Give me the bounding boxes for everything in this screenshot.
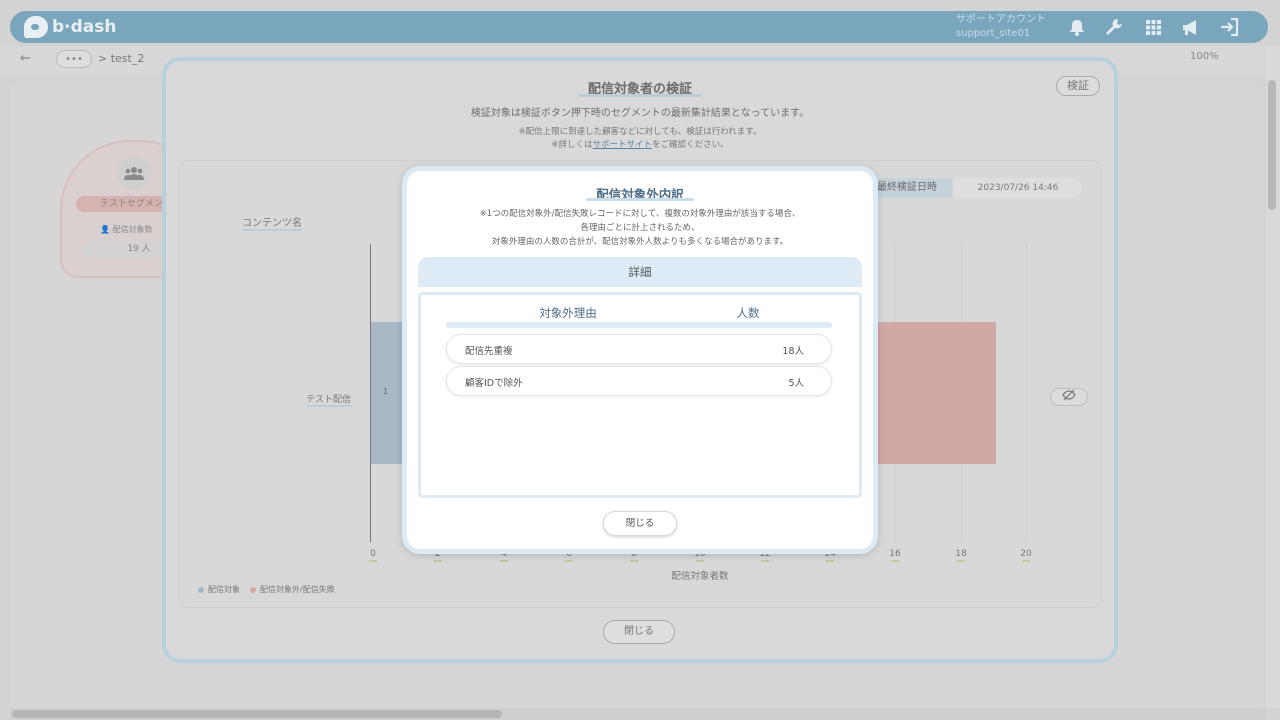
column-header-count: 人数 [736,306,760,320]
column-header-reason: 対象外理由 [539,306,597,320]
verify-note-2-suffix: をご確認ください。 [652,140,729,150]
verify-note-2-prefix: ※詳しくは [551,140,593,150]
x-tick-underline [761,560,769,562]
segment-node-sub-label: 👤 配信対象数 [100,224,153,235]
x-tick-label: 0 [370,549,376,559]
category-label-underline [306,405,352,407]
x-tick-label: 20 [1020,549,1032,559]
person-icon: 👤 [100,225,113,234]
column-header-bar [446,322,832,328]
support-site-link[interactable]: サポートサイト [593,140,653,150]
x-tick-underline [434,560,442,562]
x-tick-underline [369,560,377,562]
legend-label-excluded: 配信対象外/配信失敗 [260,585,335,594]
gridline [1026,244,1027,542]
detail-close-button[interactable]: 閉じる [603,511,677,536]
x-tick-underline [565,560,573,562]
x-tick-underline [826,560,834,562]
account-name: サポートアカウント [956,14,1046,25]
verify-title-underline [578,94,702,97]
vertical-scroll-thumb[interactable] [1268,80,1276,210]
verify-note-1: ※配信上限に到達した顧客などに対しても、検証は行われます。 [518,127,762,137]
logo-text: b∙dash [52,17,117,37]
detail-title-underline [586,198,694,201]
bar-data-label: 1 [383,387,389,396]
bell-icon[interactable] [1064,14,1090,40]
logo-icon [24,16,48,38]
grid-icon[interactable] [1140,14,1166,40]
legend-label-target: 配信対象 [208,585,240,594]
logout-icon[interactable] [1217,14,1243,40]
legend-dot-excluded [250,586,256,593]
group-icon [117,156,151,190]
eye-off-icon[interactable] [1050,388,1088,406]
logo[interactable]: b∙dash [24,14,117,40]
chart-legend: 配信対象 配信対象外/配信失敗 [198,584,335,595]
detail-note-line-3: 対象外理由の人数の合計が、配信対象外人数よりも多くなる場合があります。 [491,237,789,247]
x-tick-underline [500,560,508,562]
row-count: 5人 [788,378,804,389]
verify-close-button[interactable]: 閉じる [603,620,675,644]
x-tick-underline [957,560,965,562]
wrench-icon[interactable] [1101,14,1127,40]
row-reason: 顧客IDで除外 [465,378,523,389]
detail-section-header: 詳細 [418,257,862,287]
zoom-select[interactable]: 100% [1190,51,1270,62]
chart-category-label: テスト配信 [306,395,352,405]
chart-x-axis-title: 配信対象者数 [671,571,729,582]
x-tick-underline [1022,560,1030,562]
horizontal-scroll-thumb[interactable] [12,710,502,718]
legend-dot-target [198,586,204,593]
megaphone-icon[interactable] [1178,14,1204,40]
row-count: 18人 [782,346,804,357]
x-tick-label: 16 [889,549,901,559]
y-axis-title-underline [242,229,302,231]
back-arrow-icon[interactable]: ← [20,51,42,69]
last-verified-value: 2023/07/26 14:46 [954,178,1082,198]
x-tick-underline [696,560,704,562]
detail-note-line-2: 各理由ごとに計上されるため、 [580,223,700,233]
x-tick-underline [630,560,638,562]
account-id: support_site01 [956,28,1031,39]
breadcrumb-more-button[interactable]: ••• [56,50,92,68]
detail-note-line-1: ※1つの配信対象外/配信失敗レコードに対して、複数の対象外理由が該当する場合、 [479,209,801,219]
breadcrumb[interactable]: > test_2 [98,52,144,65]
verify-button[interactable]: 検証 [1056,76,1100,96]
x-tick-label: 18 [955,549,967,559]
chart-y-axis-title: コンテンツ名 [242,218,302,229]
segment-node-sub-text: 配信対象数 [112,225,153,234]
verify-description: 検証対象は検証ボタン押下時のセグメントの最新集計結果となっています。 [470,108,810,119]
x-tick-underline [891,560,899,562]
verify-note-2: ※詳しくはサポートサイトをご確認ください。 [300,138,980,150]
bar-excluded-failed [878,322,996,464]
account-info[interactable]: サポートアカウント support_site01 [956,13,1048,41]
row-reason: 配信先重複 [465,346,513,357]
